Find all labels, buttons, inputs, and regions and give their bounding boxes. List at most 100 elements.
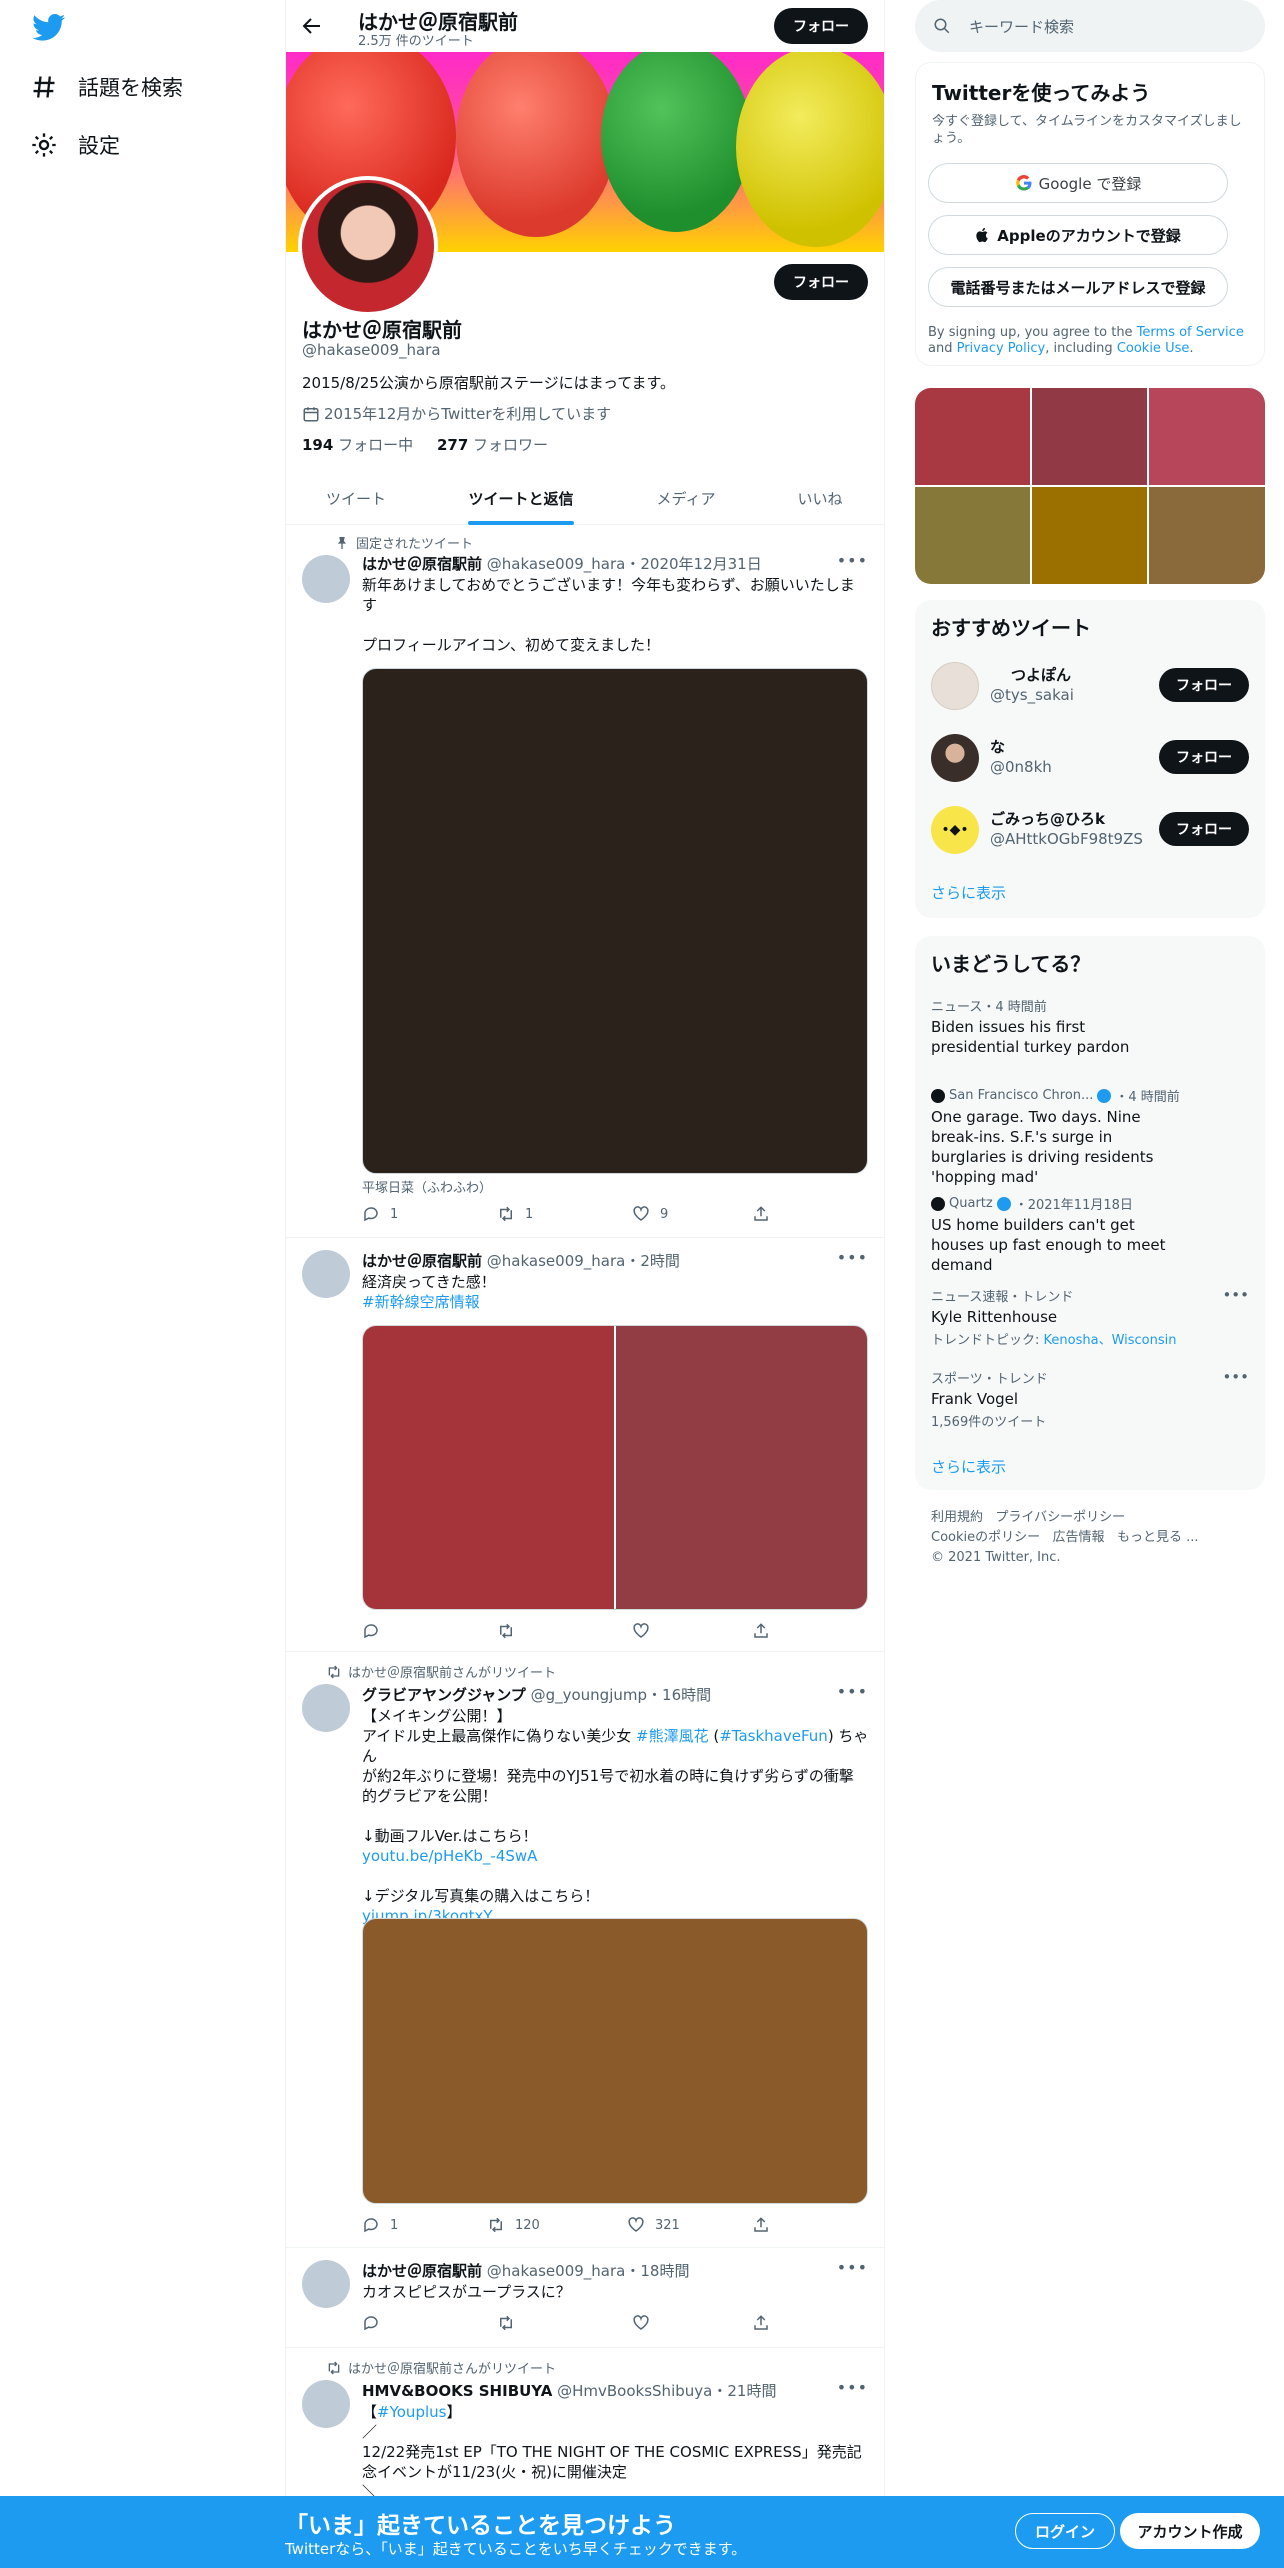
header-follow-button[interactable]: フォロー: [774, 8, 868, 44]
retweet-button[interactable]: 120: [487, 2216, 540, 2234]
phone-email-signup-button[interactable]: 電話番号またはメールアドレスで登録: [928, 267, 1228, 307]
tweet-more-icon[interactable]: •••: [837, 551, 868, 570]
follow-suggestion[interactable]: つよぽん @tys_sakai フォロー: [931, 656, 1249, 716]
footer-cookie-link[interactable]: Cookieのポリシー: [931, 1530, 1040, 1545]
media-thumbnail[interactable]: [1032, 487, 1147, 584]
followers-link[interactable]: 277 フォロワー: [437, 436, 548, 454]
tab-likes[interactable]: いいね: [756, 472, 884, 525]
login-button[interactable]: ログイン: [1015, 2513, 1115, 2549]
tweet-time[interactable]: 2時間: [640, 1252, 680, 1270]
footer-more-link[interactable]: もっと見る ...: [1117, 1530, 1199, 1545]
media-thumbnail[interactable]: [1149, 388, 1265, 485]
search-input[interactable]: キーワード検索: [915, 0, 1265, 52]
media-thumbnail[interactable]: [915, 388, 1030, 485]
tweet[interactable]: 固定されたツイート はかせ＠原宿駅前 @hakase009_hara・2020年…: [286, 525, 884, 1238]
tweet-author-name[interactable]: はかせ＠原宿駅前: [362, 1252, 482, 1270]
tweet[interactable]: はかせ＠原宿駅前 @hakase009_hara・18時間 ••• カオスピピス…: [286, 2248, 884, 2348]
trend-item[interactable]: ニュース速報・トレンド Kyle Rittenhouse トレンドトピック: K…: [931, 1286, 1249, 1348]
share-button[interactable]: [752, 2314, 780, 2332]
suggestion-avatar[interactable]: •◆•: [931, 806, 979, 854]
tweet-time[interactable]: 18時間: [640, 2262, 689, 2280]
media-thumbnail[interactable]: [915, 487, 1030, 584]
terms-of-service-link[interactable]: Terms of Service: [1137, 325, 1244, 340]
reply-button[interactable]: [362, 1622, 390, 1640]
media-thumbnail[interactable]: [1032, 388, 1147, 485]
tweet-more-icon[interactable]: •••: [837, 1682, 868, 1701]
show-more-link[interactable]: さらに表示: [931, 882, 1006, 903]
suggestion-follow-button[interactable]: フォロー: [1159, 668, 1249, 702]
suggestion-name[interactable]: つよぽん: [1011, 664, 1071, 685]
trend-topic-link[interactable]: Kenosha、Wisconsin: [1044, 1333, 1177, 1348]
hashtag-link[interactable]: #熊澤風花: [636, 1727, 709, 1745]
footer-privacy-link[interactable]: プライバシーポリシー: [995, 1510, 1125, 1525]
tweet-time[interactable]: 2020年12月31日: [640, 555, 761, 573]
tweet-author-name[interactable]: はかせ＠原宿駅前: [362, 2262, 482, 2280]
nav-explore[interactable]: 話題を検索: [30, 72, 183, 102]
retweeted-by-label[interactable]: はかせ＠原宿駅前さんがリツイート: [348, 2358, 556, 2377]
trend-item[interactable]: San Francisco Chron... ・4 時間前 One garage.…: [931, 1086, 1249, 1187]
share-button[interactable]: [752, 2216, 780, 2234]
twitter-logo-icon[interactable]: [32, 14, 66, 42]
tweet-more-icon[interactable]: •••: [837, 1248, 868, 1267]
footer-ads-link[interactable]: 広告情報: [1053, 1530, 1105, 1545]
suggestion-follow-button[interactable]: フォロー: [1159, 740, 1249, 774]
hashtag-link[interactable]: #新幹線空席情報: [362, 1293, 480, 1311]
tweet[interactable]: はかせ＠原宿駅前 @hakase009_hara・2時間 ••• 経済戻ってきた…: [286, 1238, 884, 1652]
back-arrow-icon[interactable]: [300, 14, 324, 38]
tweet-time[interactable]: 16時間: [662, 1686, 711, 1704]
trend-more-icon[interactable]: •••: [1222, 1368, 1249, 1386]
tweet-avatar[interactable]: [302, 555, 350, 603]
suggestion-follow-button[interactable]: フォロー: [1159, 812, 1249, 846]
retweet-button[interactable]: [497, 2314, 525, 2332]
retweet-button[interactable]: 1: [497, 1205, 533, 1223]
tab-tweets-and-replies[interactable]: ツイートと返信: [426, 472, 616, 525]
tweet[interactable]: はかせ＠原宿駅前さんがリツイート HMV&BOOKS SHIBUYA @HmvB…: [286, 2348, 884, 2501]
tweet-author-name[interactable]: はかせ＠原宿駅前: [362, 555, 482, 573]
share-button[interactable]: [752, 1622, 780, 1640]
follow-suggestion[interactable]: •◆• ごみっち@ひろk @AHttkOGbF98t9ZS フォロー: [931, 800, 1249, 860]
hashtag-link[interactable]: #TaskhaveFun: [719, 1727, 828, 1745]
retweeted-by-label[interactable]: はかせ＠原宿駅前さんがリツイート: [348, 1662, 556, 1681]
tweet-image[interactable]: [616, 1326, 867, 1609]
media-thumbnail[interactable]: [1149, 487, 1265, 584]
privacy-policy-link[interactable]: Privacy Policy: [957, 341, 1046, 356]
suggestion-avatar[interactable]: [931, 734, 979, 782]
tweet-avatar[interactable]: [302, 1684, 350, 1732]
profile-follow-button[interactable]: フォロー: [774, 264, 868, 300]
reply-button[interactable]: 1: [362, 1205, 398, 1223]
tweet-time[interactable]: 21時間: [727, 2382, 776, 2400]
reply-button[interactable]: 1: [362, 2216, 398, 2234]
tweet-image[interactable]: [362, 1918, 868, 2204]
following-link[interactable]: 194 フォロー中: [302, 436, 413, 454]
apple-signup-button[interactable]: Appleのアカウントで登録: [928, 215, 1228, 255]
create-account-button[interactable]: アカウント作成: [1120, 2513, 1260, 2549]
trend-item[interactable]: スポーツ・トレンド Frank Vogel 1,569件のツイート •••: [931, 1368, 1249, 1430]
follow-suggestion[interactable]: な @0n8kh フォロー: [931, 728, 1249, 788]
tweet[interactable]: はかせ＠原宿駅前さんがリツイート グラビアヤングジャンプ @g_youngjum…: [286, 1652, 884, 2248]
suggestion-name[interactable]: な: [990, 736, 1005, 757]
trend-item[interactable]: Quartz ・2021年11月18日 US home builders can'…: [931, 1194, 1249, 1275]
suggestion-name[interactable]: ごみっち@ひろk: [990, 808, 1105, 829]
tweet-avatar[interactable]: [302, 2260, 350, 2308]
like-button[interactable]: [632, 2314, 660, 2332]
reply-button[interactable]: [362, 2314, 390, 2332]
tweet-more-icon[interactable]: •••: [837, 2258, 868, 2277]
like-button[interactable]: 321: [627, 2216, 680, 2234]
profile-avatar[interactable]: [298, 176, 438, 316]
tweet-image[interactable]: [362, 668, 868, 1174]
like-button[interactable]: [632, 1622, 660, 1640]
trend-more-icon[interactable]: •••: [1222, 1286, 1249, 1304]
cookie-use-link[interactable]: Cookie Use: [1117, 341, 1190, 356]
retweet-button[interactable]: [497, 1622, 525, 1640]
tab-tweets[interactable]: ツイート: [286, 472, 426, 525]
tab-media[interactable]: メディア: [616, 472, 756, 525]
tweet-more-icon[interactable]: •••: [837, 2378, 868, 2397]
show-more-link[interactable]: さらに表示: [931, 1456, 1006, 1477]
nav-settings[interactable]: 設定: [30, 130, 120, 160]
like-button[interactable]: 9: [632, 1205, 668, 1223]
trend-item[interactable]: ニュース・4 時間前 Biden issues his first presid…: [931, 996, 1249, 1057]
google-signup-button[interactable]: Google で登録: [928, 163, 1228, 203]
share-button[interactable]: [752, 1205, 780, 1223]
footer-terms-link[interactable]: 利用規約: [931, 1510, 983, 1525]
hashtag-link[interactable]: #Youplus: [377, 2403, 446, 2421]
